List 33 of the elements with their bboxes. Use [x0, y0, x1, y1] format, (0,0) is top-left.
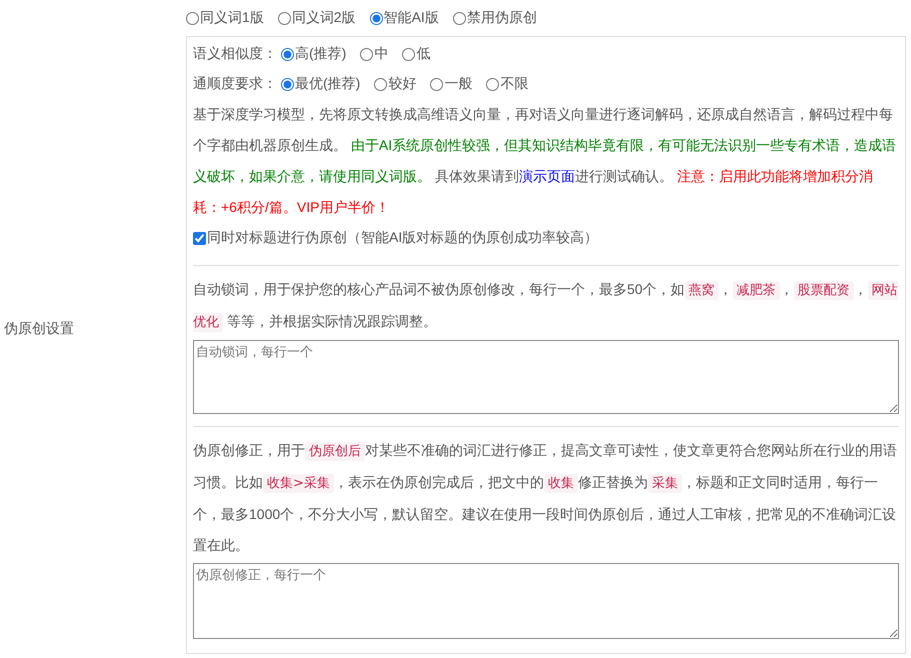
radio-button[interactable]: [370, 12, 383, 24]
lock-description: 自动锁词，用于保护您的核心产品词不被伪原创修改，每行一个，最多50个，如 燕窝 ， 减肥茶 ， 股票配资 ， 网站优化 等等，并根据实际情况跟踪调整。: [193, 280, 899, 334]
radio-label: 较好: [388, 75, 416, 93]
radio-button[interactable]: [402, 48, 416, 60]
checkbox[interactable]: [193, 232, 206, 244]
radio-button[interactable]: [374, 78, 388, 90]
radio-label: 高(推荐): [295, 45, 346, 63]
radio-button[interactable]: [281, 48, 294, 60]
radio-label: 一般: [444, 75, 472, 93]
radio-button[interactable]: [430, 78, 444, 90]
radio-button[interactable]: [486, 78, 500, 90]
radio-label: 中: [374, 45, 388, 63]
radio-button[interactable]: [452, 12, 466, 24]
radio-button[interactable]: [360, 48, 374, 60]
radio-label: 不限: [500, 75, 528, 93]
correction-field[interactable]: 伪原创修正，每行一个: [193, 563, 899, 639]
radio-label: 最优(推荐): [295, 75, 360, 93]
radio-button[interactable]: [278, 12, 291, 24]
checkbox-label: 同时对标题进行伪原创（智能AI版对标题的伪原创成功率较高）: [207, 229, 598, 247]
fix-description: 伪原创修正，用于 伪原创后 对某些不准确的词汇进行修正，提高文章可读性，使文章更符合您网站所在行业的用语习惯。比如 收集>采集 ，表示在伪原创完成后，把文中的 收集 修正替换为 采集 ，标题和正文同时适用，每行一个，最多1000个，不分大小写，默认留空。建议在使用一段时间伪原创后，通过人工审核，把常见的不准确词汇设置在此。: [193, 441, 898, 555]
radio-label: 低: [416, 45, 430, 63]
lock-words-field[interactable]: 自动锁词，每行一个: [193, 340, 899, 414]
radio-label: 智能AI版: [384, 9, 439, 27]
radio-label: 同义词1版: [200, 9, 264, 27]
radio-label: 禁用伪原创: [466, 9, 537, 27]
radio-label: 同义词2版: [292, 9, 356, 27]
ai-description: 基于深度学习模型，先将原文转换成高维语义向量，再对语义向量进行逐词解码，还原成自然语言，解码过程中每个字都由机器原创生成。 由于AI系统原创性较强，但其知识结构毕竟有限，有可能无法识别一些专有术语，造成语义破坏，如果介意，请使用同义词版。 具体效果请到演示页面进行测试确认。 注意：启用此功能将增加积分消耗：+6积分/篇。VIP用户半价！: [193, 105, 898, 217]
radio-button[interactable]: [281, 78, 294, 90]
option-label: 语义相似度：: [193, 45, 277, 63]
section-label: 伪原创设置: [3, 320, 74, 338]
demo-link[interactable]: 演示页面: [518, 168, 575, 184]
option-label: 通顺度要求：: [193, 75, 277, 93]
radio-button[interactable]: [186, 12, 199, 24]
